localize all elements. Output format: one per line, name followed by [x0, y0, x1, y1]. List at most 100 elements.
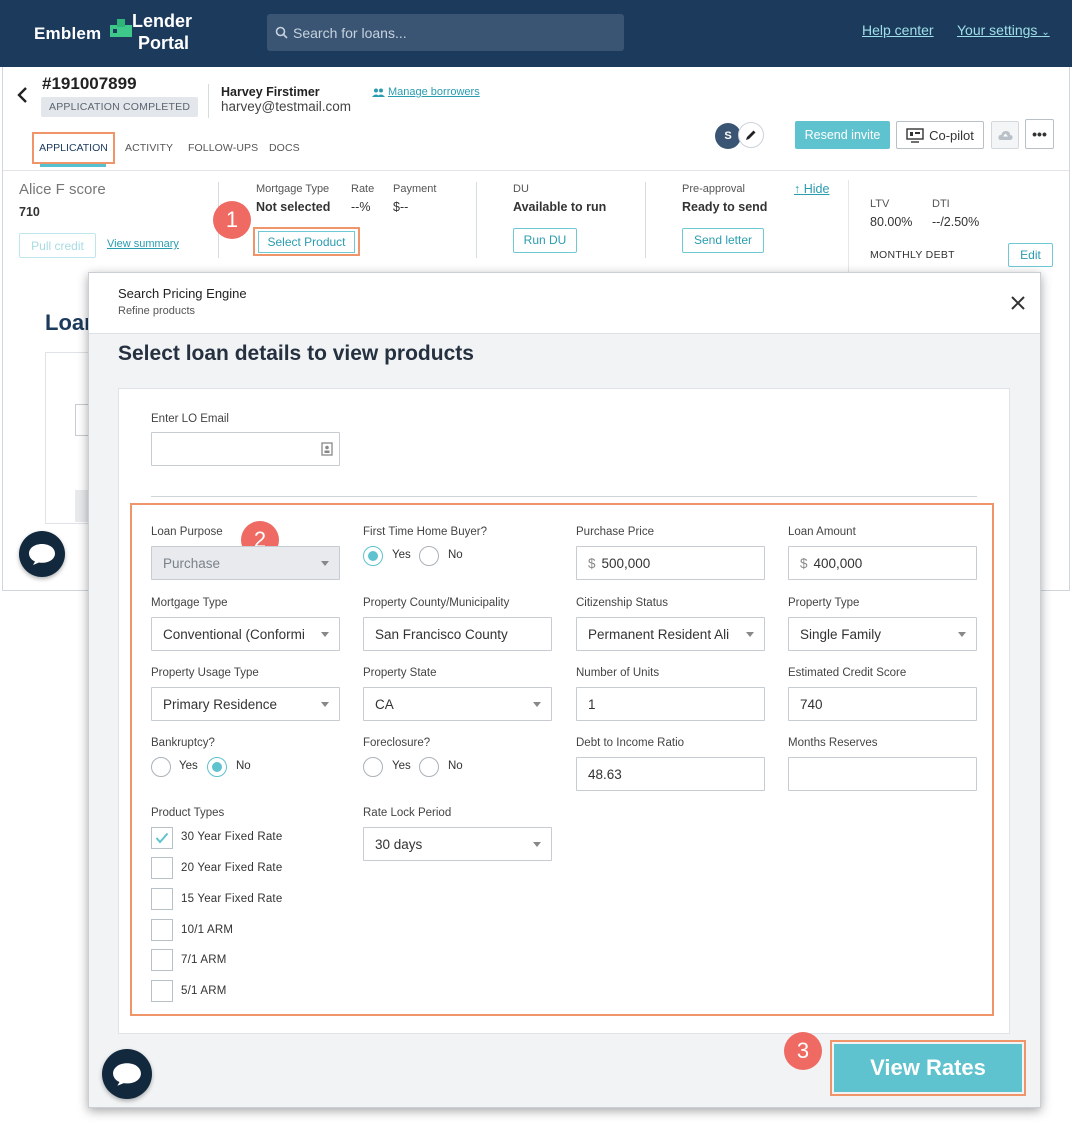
monthly-debt-label: MONTHLY DEBT	[870, 249, 955, 261]
checkbox-label: 15 Year Fixed Rate	[181, 893, 283, 905]
view-summary-link[interactable]: View summary	[107, 238, 179, 250]
usage-type-select[interactable]: Primary Residence	[151, 687, 340, 721]
months-reserves-input[interactable]	[788, 757, 977, 791]
property-county-input[interactable]: San Francisco County	[363, 617, 552, 651]
run-du-button[interactable]: Run DU	[513, 228, 577, 253]
credit-score-value: 740	[800, 696, 823, 712]
citizenship-select[interactable]: Permanent Resident Ali	[576, 617, 765, 651]
first-time-buyer-yes-radio[interactable]	[363, 546, 383, 566]
caret-down-icon	[958, 632, 966, 637]
product-5-1-arm-checkbox[interactable]	[151, 980, 173, 1002]
more-options-button[interactable]: •••	[1025, 119, 1054, 149]
loan-search-input[interactable]: Search for loans...	[267, 14, 624, 51]
score-value: 710	[19, 205, 40, 219]
mortgage-type-label: Mortgage Type	[151, 597, 228, 609]
chat-button[interactable]	[102, 1049, 152, 1099]
months-reserves-label: Months Reserves	[788, 737, 878, 749]
foreclosure-yes-radio[interactable]	[363, 757, 383, 777]
dti-value: 48.63	[588, 766, 622, 782]
product-15yr-checkbox[interactable]	[151, 888, 173, 910]
bankruptcy-yes-radio[interactable]	[151, 757, 171, 777]
rate-lock-select[interactable]: 30 days	[363, 827, 552, 861]
checkbox-label: 20 Year Fixed Rate	[181, 862, 283, 874]
purchase-price-label: Purchase Price	[576, 526, 654, 538]
chat-button[interactable]	[19, 531, 65, 577]
purchase-price-input[interactable]: $500,000	[576, 546, 765, 580]
modal-subtitle: Refine products	[118, 305, 196, 317]
preapproval-value: Ready to send	[682, 200, 768, 214]
step-badge-1: 1	[213, 201, 251, 239]
product-30yr-checkbox[interactable]	[151, 827, 173, 849]
tab-follow-ups[interactable]: FOLLOW-UPS	[188, 142, 258, 154]
radio-label: Yes	[392, 549, 411, 561]
caret-down-icon	[533, 702, 541, 707]
help-center-link[interactable]: Help center	[862, 22, 934, 38]
send-letter-button[interactable]: Send letter	[682, 228, 764, 253]
lo-email-label: Enter LO Email	[151, 413, 229, 425]
arrow-up-icon: ↑	[794, 182, 801, 196]
tab-activity[interactable]: ACTIVITY	[125, 142, 173, 154]
back-arrow-icon[interactable]	[16, 86, 28, 104]
tab-application[interactable]: APPLICATION	[32, 132, 115, 164]
manage-borrowers-link[interactable]: Manage borrowers	[372, 86, 480, 98]
caret-down-icon	[321, 702, 329, 707]
product-7-1-arm-checkbox[interactable]	[151, 949, 173, 971]
units-label: Number of Units	[576, 667, 660, 679]
property-state-select[interactable]: CA	[363, 687, 552, 721]
preapproval-label: Pre-approval	[682, 183, 745, 195]
view-rates-button[interactable]: View Rates	[834, 1044, 1022, 1092]
edit-debt-button[interactable]: Edit	[1008, 243, 1053, 267]
ltv-value: 80.00%	[870, 215, 913, 229]
checkbox-label: 5/1 ARM	[181, 985, 227, 997]
product-20yr-checkbox[interactable]	[151, 857, 173, 879]
radio-label: Yes	[179, 760, 198, 772]
tab-label: APPLICATION	[39, 142, 108, 154]
select-product-button[interactable]: Select Product	[253, 227, 360, 256]
foreclosure-no-radio[interactable]	[419, 757, 439, 777]
checkmark-icon	[155, 832, 169, 844]
dti-value: --/2.50%	[932, 215, 980, 229]
product-10-1-arm-checkbox[interactable]	[151, 919, 173, 941]
caret-down-icon	[746, 632, 754, 637]
section-title: Loar	[45, 310, 93, 335]
checkbox-label: 30 Year Fixed Rate	[181, 831, 283, 843]
select-product-label: Select Product	[258, 230, 355, 253]
modal-heading: Select loan details to view products	[118, 342, 474, 365]
foreclosure-label: Foreclosure?	[363, 737, 431, 749]
resend-invite-button[interactable]: Resend invite	[795, 121, 890, 149]
units-value: 1	[588, 696, 596, 712]
radio-label: No	[448, 760, 463, 772]
loan-purpose-label: Loan Purpose	[151, 526, 223, 538]
edit-assignee-button[interactable]	[738, 122, 764, 148]
caret-down-icon	[321, 561, 329, 566]
copilot-button[interactable]: Co-pilot	[896, 121, 984, 149]
logo-icon	[110, 19, 132, 37]
property-type-label: Property Type	[788, 597, 860, 609]
mortgage-type-value: Not selected	[256, 200, 331, 214]
bankruptcy-no-radio[interactable]	[207, 757, 227, 777]
cloud-upload-button[interactable]	[991, 121, 1019, 149]
your-settings-menu[interactable]: Your settings ⌄	[957, 22, 1050, 38]
mortgage-type-select[interactable]: Conventional (Conformi	[151, 617, 340, 651]
chat-bubble-icon	[29, 544, 55, 565]
units-input[interactable]: 1	[576, 687, 765, 721]
loan-purpose-value: Purchase	[163, 555, 221, 571]
property-state-value: CA	[375, 696, 394, 712]
first-time-buyer-no-radio[interactable]	[419, 546, 439, 566]
lo-email-input[interactable]	[151, 432, 340, 466]
pencil-icon	[746, 130, 756, 140]
credit-score-input[interactable]: 740	[788, 687, 977, 721]
brand-portal: Portal	[138, 33, 190, 53]
property-state-label: Property State	[363, 667, 437, 679]
loan-amount-input[interactable]: $400,000	[788, 546, 977, 580]
loan-purpose-select[interactable]: Purchase	[151, 546, 340, 580]
people-icon	[372, 88, 385, 97]
dti-input[interactable]: 48.63	[576, 757, 765, 791]
property-type-select[interactable]: Single Family	[788, 617, 977, 651]
pull-credit-button[interactable]: Pull credit	[19, 233, 96, 258]
mortgage-type-label: Mortgage Type	[256, 183, 330, 195]
hide-summary-link[interactable]: ↑ Hide	[794, 182, 829, 196]
close-icon[interactable]	[1008, 293, 1028, 313]
tab-docs[interactable]: DOCS	[269, 142, 300, 154]
currency-prefix: $	[588, 555, 596, 571]
